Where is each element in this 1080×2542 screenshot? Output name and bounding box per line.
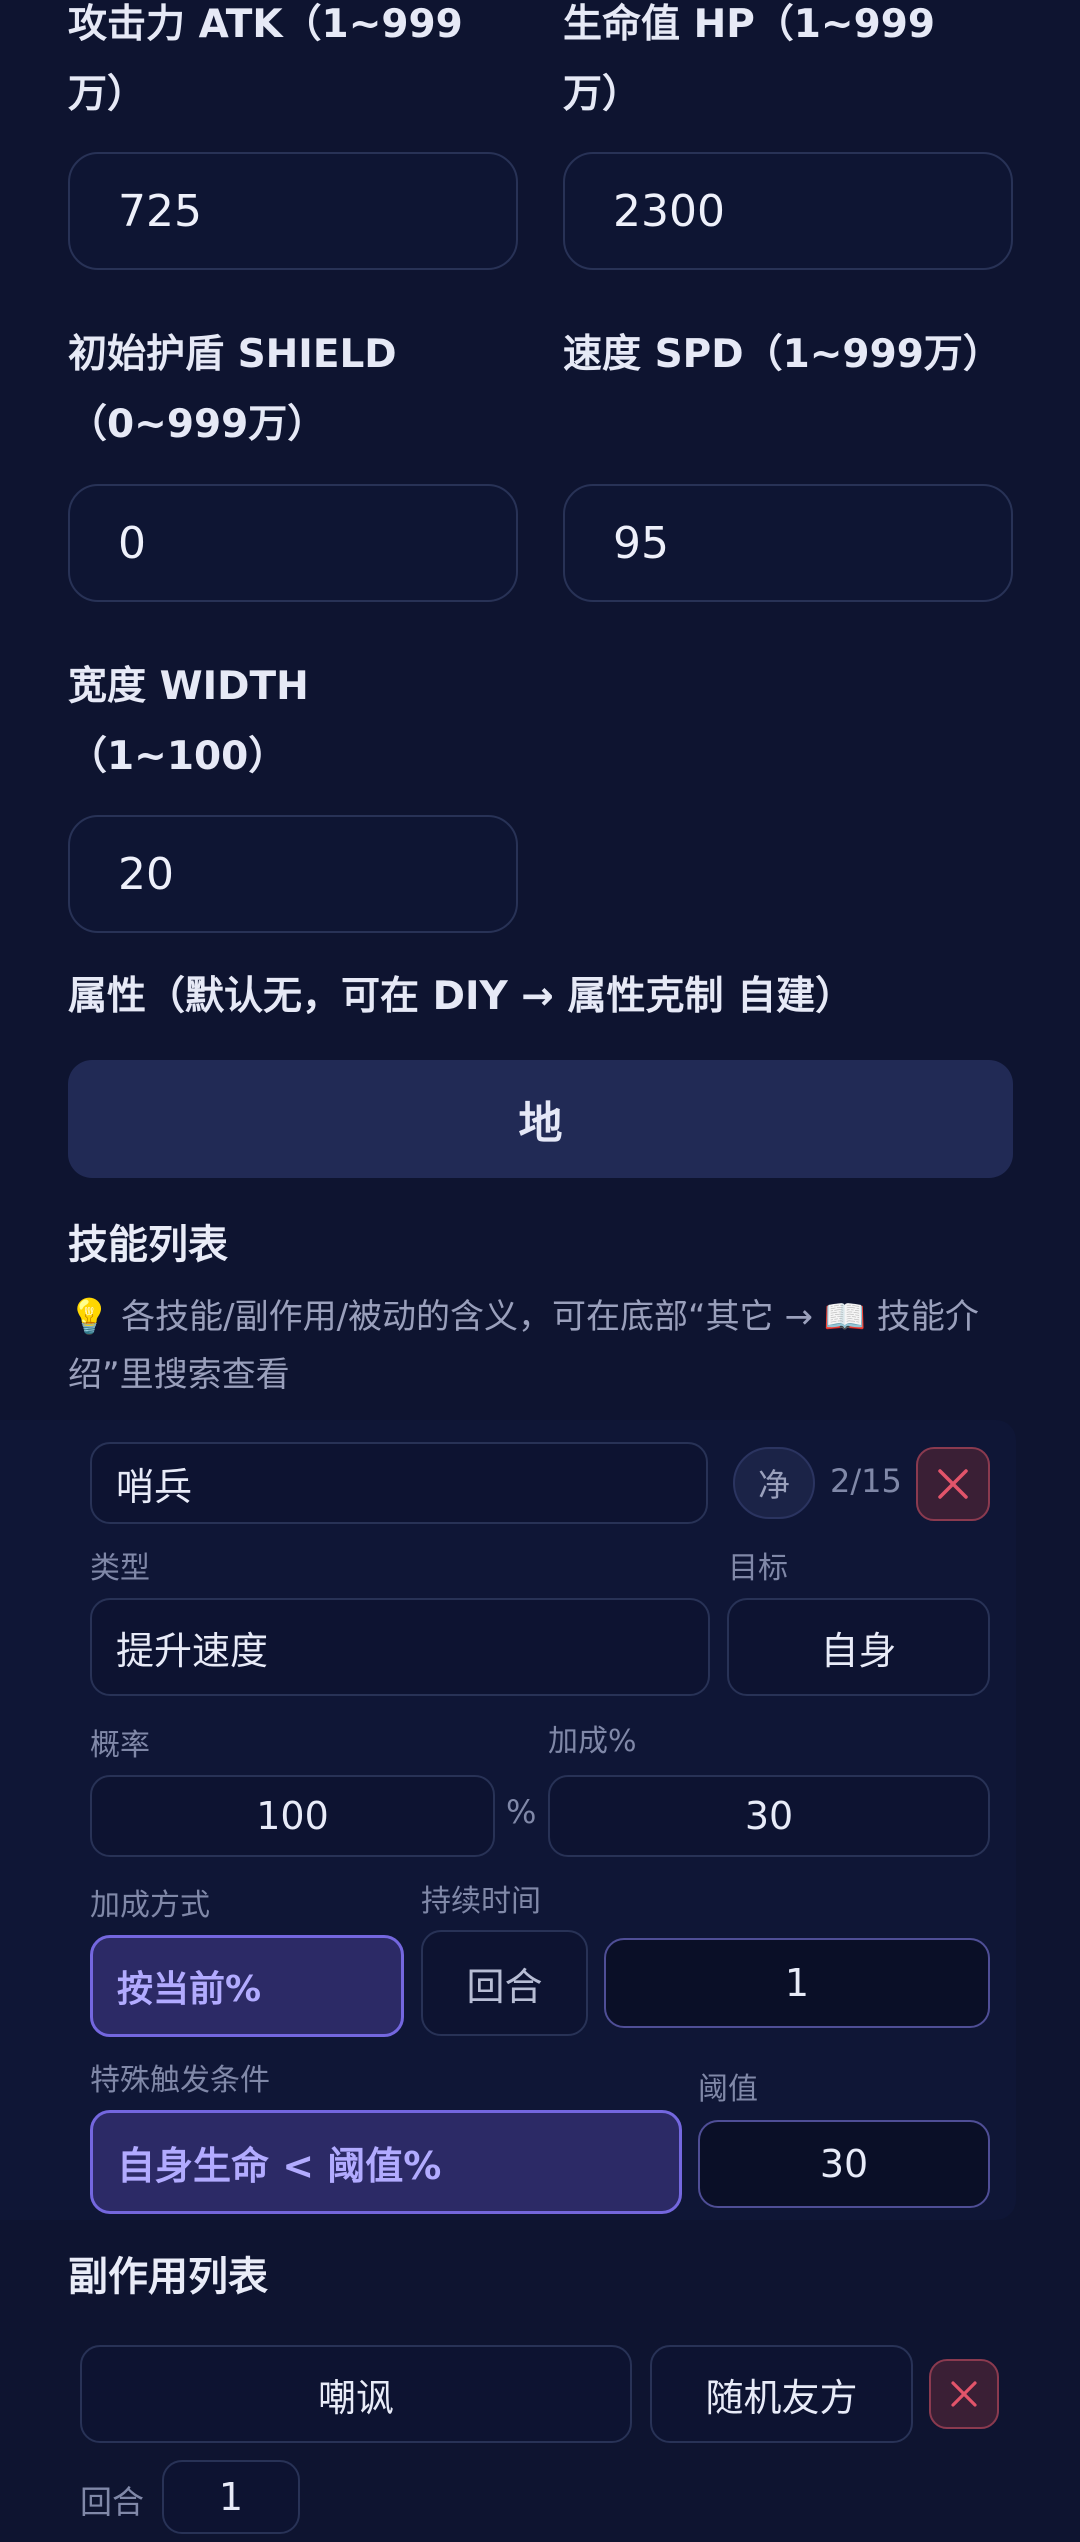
bonus-label: 加成% bbox=[548, 1724, 637, 1759]
hp-input[interactable]: 2300 bbox=[563, 152, 1013, 270]
width-input[interactable]: 20 bbox=[68, 815, 518, 933]
spd-input[interactable]: 95 bbox=[563, 484, 1013, 602]
close-icon bbox=[938, 1469, 968, 1499]
duration-label: 持续时间 bbox=[421, 1884, 541, 1919]
method-select[interactable]: 按当前% bbox=[90, 1935, 404, 2037]
trigger-select[interactable]: 自身生命 < 阈值% bbox=[90, 2110, 682, 2214]
width-label: 宽度 WIDTH（1~100） bbox=[68, 664, 309, 779]
hp-label: 生命值 HP（1~999万） bbox=[563, 2, 936, 117]
skills-title: 技能列表 bbox=[68, 1222, 228, 1268]
chance-input[interactable]: 100 bbox=[90, 1775, 495, 1857]
attribute-select[interactable]: 地 bbox=[68, 1060, 1013, 1178]
trigger-label: 特殊触发条件 bbox=[90, 2063, 270, 2098]
shield-label: 初始护盾 SHIELD（0~999万） bbox=[68, 332, 397, 447]
side-effect-name-select[interactable]: 嘲讽 bbox=[80, 2345, 632, 2443]
type-select[interactable]: 提升速度 bbox=[90, 1598, 710, 1696]
skill-name-input[interactable]: 哨兵 bbox=[90, 1442, 708, 1524]
skill-count: 2/15 bbox=[830, 1462, 902, 1500]
side-effect-target-select[interactable]: 随机友方 bbox=[650, 2345, 913, 2443]
shield-input[interactable]: 0 bbox=[68, 484, 518, 602]
target-select[interactable]: 自身 bbox=[727, 1598, 990, 1696]
type-label: 类型 bbox=[90, 1551, 150, 1586]
round-label: 回合 bbox=[80, 2483, 145, 2521]
atk-input[interactable]: 725 bbox=[68, 152, 518, 270]
spd-label: 速度 SPD（1~999万） bbox=[563, 332, 1002, 377]
atk-label: 攻击力 ATK（1~999万） bbox=[68, 2, 463, 117]
duration-input[interactable]: 1 bbox=[604, 1938, 990, 2028]
attribute-label: 属性（默认无，可在 DIY → 属性克制 自建） bbox=[68, 974, 855, 1019]
threshold-input[interactable]: 30 bbox=[698, 2120, 990, 2208]
method-label: 加成方式 bbox=[90, 1888, 210, 1923]
skills-hint: 💡 各技能/副作用/被动的含义，可在底部“其它 → 📖 技能介绍”里搜索查看 bbox=[68, 1297, 979, 1395]
chance-label: 概率 bbox=[90, 1728, 150, 1763]
duration-unit-button[interactable]: 回合 bbox=[421, 1930, 588, 2036]
remove-side-effect-button[interactable] bbox=[929, 2359, 999, 2429]
remove-skill-button[interactable] bbox=[916, 1447, 990, 1521]
threshold-label: 阈值 bbox=[698, 2072, 758, 2107]
clean-button[interactable]: 净 bbox=[733, 1447, 815, 1519]
round-input[interactable]: 1 bbox=[162, 2460, 300, 2534]
percent-sign: % bbox=[506, 1793, 537, 1831]
target-label: 目标 bbox=[728, 1551, 788, 1586]
close-icon bbox=[951, 2381, 977, 2407]
side-effects-title: 副作用列表 bbox=[68, 2254, 268, 2300]
bonus-input[interactable]: 30 bbox=[548, 1775, 990, 1857]
